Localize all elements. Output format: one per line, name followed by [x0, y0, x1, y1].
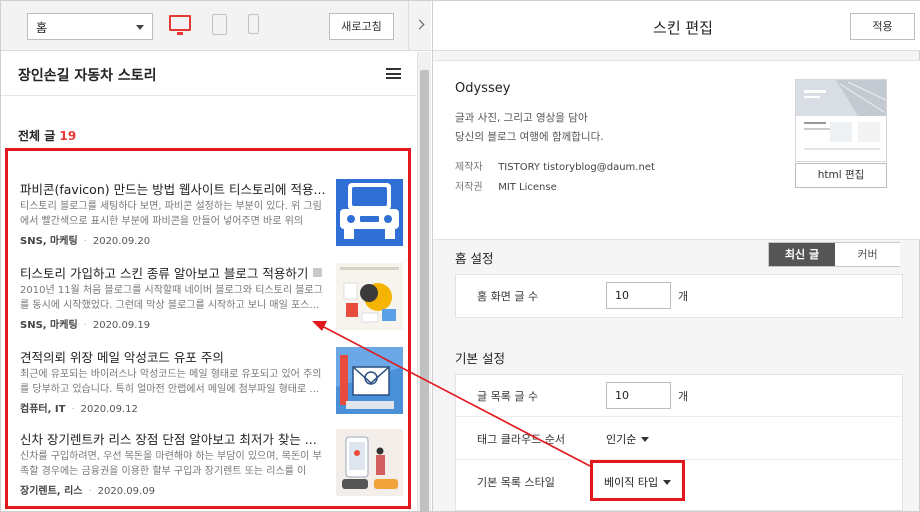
post-date: 2020.09.12: [80, 404, 138, 415]
tag-cloud-label: 태그 클라우드 순서: [477, 433, 565, 446]
blog-title[interactable]: 장인손길 자동차 스토리: [18, 65, 157, 85]
list-count-row: 글 목록 글 수 10 개: [456, 375, 902, 417]
tab-cover[interactable]: 커버: [835, 243, 900, 266]
post-excerpt: 2010년 11월 처음 블로그를 시작할때 네이버 블로그와 티스토리 블로그…: [20, 285, 323, 311]
editor-title: 스킨 편집: [653, 19, 713, 37]
post-title[interactable]: 신차 장기렌트카 리스 장점 단점 알아보고 최저가 찾는 ...: [20, 429, 325, 448]
post-excerpt: 최근에 유포되는 바이러스나 악성코드는 메일 형태로 유포되고 있어 주의를 …: [20, 369, 322, 395]
post-meta: SNS, 마케팅 · 2020.09.19: [20, 320, 151, 331]
chevron-right-icon: [414, 19, 425, 30]
skin-preview-image: [795, 79, 887, 162]
skin-info-card: Odyssey 글과 사진, 그리고 영상을 담아 당신의 블로그 여행에 함께…: [433, 60, 920, 240]
total-label: 전체 글: [18, 129, 56, 143]
menu-icon[interactable]: [386, 68, 401, 79]
desktop-view-icon[interactable]: [169, 15, 191, 35]
home-post-count-input[interactable]: 10: [606, 282, 671, 309]
preview-scrollbar[interactable]: [417, 52, 431, 512]
caret-down-icon: [641, 437, 650, 442]
post-title[interactable]: 파비콘(favicon) 만드는 방법 웹사이트 티스토리에 적용...: [20, 179, 325, 198]
post-title[interactable]: 견적의뢰 위장 메일 악성코드 유포 주의: [20, 347, 325, 366]
author-value: TISTORY tistoryblog@daum.net: [498, 162, 655, 173]
new-badge-icon: [313, 268, 323, 277]
post-excerpt: 티스토리 블로그를 세팅하다 보면, 파비콘 설정하는 부분이 있다. 위 그림…: [20, 201, 322, 227]
post-item[interactable]: 파비콘(favicon) 만드는 방법 웹사이트 티스토리에 적용... 티스토…: [20, 179, 404, 253]
author-key: 제작자: [455, 162, 483, 173]
scrollbar-thumb[interactable]: [420, 70, 429, 512]
tag-cloud-value: 인기순: [606, 433, 637, 446]
post-list-highlight: 파비콘(favicon) 만드는 방법 웹사이트 티스토리에 적용... 티스토…: [5, 148, 411, 509]
list-count-input[interactable]: 10: [606, 382, 671, 409]
post-title-text: 티스토리 가입하고 스킨 종류 알아보고 블로그 적용하기: [20, 266, 309, 281]
tablet-view-icon[interactable]: [212, 14, 227, 35]
post-item[interactable]: 신차 장기렌트카 리스 장점 단점 알아보고 최저가 찾는 ... 신차를 구입…: [20, 429, 404, 503]
post-category[interactable]: 컴퓨터, IT: [20, 404, 65, 415]
license-key: 저작권: [455, 182, 483, 193]
post-date: 2020.09.19: [92, 320, 151, 331]
post-thumbnail-skins[interactable]: [336, 263, 403, 330]
list-style-dropdown[interactable]: 베이직 타입: [604, 474, 672, 490]
license-row: 저작권 MIT License: [455, 178, 557, 193]
post-item[interactable]: 견적의뢰 위장 메일 악성코드 유포 주의 최근에 유포되는 바이러스나 악성코…: [20, 347, 404, 421]
page-select-value: 홈: [36, 21, 48, 35]
post-date: 2020.09.09: [97, 486, 155, 497]
caret-down-icon: [663, 480, 672, 485]
skin-name: Odyssey: [455, 81, 511, 96]
page-select[interactable]: 홈: [27, 13, 153, 40]
post-date: 2020.09.20: [92, 236, 151, 247]
post-item[interactable]: 티스토리 가입하고 스킨 종류 알아보고 블로그 적용하기 2010년 11월 …: [20, 263, 404, 337]
post-category[interactable]: 장기렌트, 리스: [20, 486, 82, 497]
total-count: 19: [59, 129, 77, 143]
home-settings-card: 홈 화면 글 수 10 개: [455, 274, 903, 318]
blog-header: 장인손길 자동차 스토리: [1, 52, 416, 96]
post-thumbnail-car[interactable]: [336, 179, 403, 246]
post-title[interactable]: 티스토리 가입하고 스킨 종류 알아보고 블로그 적용하기: [20, 263, 325, 282]
post-category[interactable]: SNS, 마케팅: [20, 236, 78, 247]
list-count-label: 글 목록 글 수: [477, 390, 539, 403]
chevron-down-icon: [136, 25, 144, 30]
post-meta: 컴퓨터, IT · 2020.09.12: [20, 404, 138, 415]
editor-header: 스킨 편집 적용: [433, 1, 920, 51]
tag-cloud-row: 태그 클라우드 순서 인기순: [456, 418, 902, 460]
collapse-panel-button[interactable]: [408, 1, 431, 51]
apply-button[interactable]: 적용: [850, 13, 915, 40]
list-style-highlight: 베이직 타입: [590, 460, 685, 501]
basic-settings-heading: 기본 설정: [455, 351, 505, 366]
tag-cloud-dropdown[interactable]: 인기순: [606, 431, 650, 447]
refresh-button[interactable]: 새로고침: [329, 13, 394, 40]
tab-latest-posts[interactable]: 최신 글: [769, 243, 835, 266]
home-post-count-label: 홈 화면 글 수: [477, 290, 539, 303]
author-row: 제작자 TISTORY tistoryblog@daum.net: [455, 158, 655, 173]
mobile-view-icon[interactable]: [248, 14, 259, 34]
home-type-toggle: 최신 글 커버: [768, 242, 900, 267]
home-settings-heading: 홈 설정: [455, 251, 494, 266]
post-category[interactable]: SNS, 마케팅: [20, 320, 78, 331]
preview-toolbar: 홈 새로고침: [1, 1, 431, 51]
license-value: MIT License: [498, 182, 557, 193]
list-style-value: 베이직 타입: [604, 476, 659, 489]
html-edit-button[interactable]: html 편집: [795, 163, 887, 188]
skin-description-line: 당신의 블로그 여행에 함께합니다.: [455, 131, 604, 143]
unit-label: 개: [678, 290, 689, 303]
post-thumbnail-rental[interactable]: [336, 429, 403, 496]
skin-description-line: 글과 사진, 그리고 영상을 담아: [455, 112, 588, 124]
list-style-label: 기본 목록 스타일: [477, 476, 555, 489]
post-meta: SNS, 마케팅 · 2020.09.20: [20, 236, 151, 247]
post-meta: 장기렌트, 리스 · 2020.09.09: [20, 486, 155, 497]
skin-description: 글과 사진, 그리고 영상을 담아 당신의 블로그 여행에 함께합니다.: [455, 109, 604, 147]
post-excerpt: 신차를 구입하려면, 우선 목돈을 마련해야 하는 부담이 있으며, 목돈이 부…: [20, 451, 322, 477]
skin-editor-panel: 스킨 편집 적용 Odyssey 글과 사진, 그리고 영상을 담아 당신의 블…: [432, 1, 920, 511]
post-thumbnail-mail[interactable]: [336, 347, 403, 414]
total-posts-label: 전체 글 19: [18, 127, 76, 144]
unit-label: 개: [678, 390, 689, 403]
home-post-count-row: 홈 화면 글 수 10 개: [456, 275, 902, 317]
